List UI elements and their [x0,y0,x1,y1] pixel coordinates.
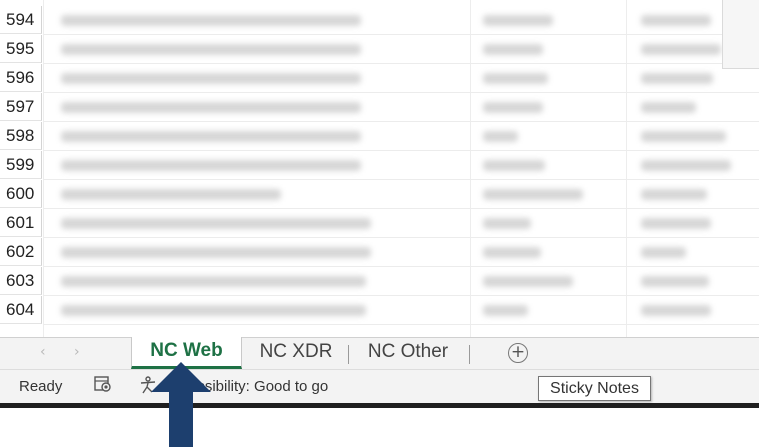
table-row[interactable]: 599 [0,151,759,180]
tab-separator [469,345,470,364]
tab-nc-other[interactable]: NC Other [352,338,464,369]
redacted-cell [483,102,543,113]
redacted-cell [61,218,371,229]
sheet-tab-bar: ‹ › NC Web NC XDR NC Other + [0,337,759,370]
row-number: 599 [0,151,42,179]
row-number: 601 [0,209,42,237]
redacted-cell [483,305,528,316]
redacted-cell [483,218,531,229]
redacted-cell [641,160,731,171]
redacted-cell [483,247,541,258]
redacted-cell [641,247,686,258]
redacted-cell [483,160,545,171]
table-row[interactable]: 604 [0,296,759,325]
table-row[interactable]: 596 [0,64,759,93]
redacted-cell [483,131,518,142]
redacted-cell [641,131,726,142]
scroll-tabs-left-icon[interactable]: ‹ [40,344,46,360]
pointer-arrow-icon [151,362,211,447]
redacted-cell [641,305,711,316]
tab-nc-xdr[interactable]: NC XDR [245,338,347,369]
sticky-notes-tooltip: Sticky Notes [538,376,651,401]
macro-recording-icon[interactable] [94,376,112,397]
row-number: 603 [0,267,42,295]
redacted-cell [61,44,361,55]
row-cells[interactable] [43,6,759,35]
scroll-tabs-right-icon[interactable]: › [74,344,80,360]
row-cells[interactable] [43,267,759,296]
redacted-cell [641,276,709,287]
redacted-cell [61,189,281,200]
table-row[interactable]: 602 [0,238,759,267]
row-cells[interactable] [43,209,759,238]
redacted-cell [641,189,707,200]
redacted-cell [483,73,548,84]
row-cells[interactable] [43,151,759,180]
redacted-cell [61,131,361,142]
row-number: 602 [0,238,42,266]
row-cells[interactable] [43,238,759,267]
redacted-cell [61,160,361,171]
redacted-cell [61,15,361,26]
row-cells[interactable] [43,64,759,93]
redacted-cell [641,15,711,26]
row-number: 594 [0,6,42,34]
row-number: 598 [0,122,42,150]
row-number: 604 [0,296,42,324]
redacted-cell [641,218,711,229]
floating-panel-edge [722,0,759,69]
redacted-cell [61,276,366,287]
table-row[interactable]: 595 [0,35,759,64]
table-row[interactable]: 597 [0,93,759,122]
status-ready: Ready [19,378,63,395]
table-row[interactable]: 600 [0,180,759,209]
tab-separator [348,345,349,364]
redacted-cell [483,276,573,287]
redacted-cell [641,102,696,113]
row-cells[interactable] [43,35,759,64]
redacted-cell [641,44,721,55]
table-row[interactable]: 598 [0,122,759,151]
redacted-cell [61,102,361,113]
redacted-cell [61,305,366,316]
redacted-cell [483,189,583,200]
table-row[interactable]: 601 [0,209,759,238]
add-sheet-button[interactable]: + [508,343,528,363]
spreadsheet-grid[interactable]: 594 595 596 597 598 599 600 601 602 603 … [0,0,759,337]
row-cells[interactable] [43,180,759,209]
row-cells[interactable] [43,122,759,151]
row-number: 597 [0,93,42,121]
row-cells[interactable] [43,296,759,325]
redacted-cell [483,44,543,55]
redacted-cell [61,73,361,84]
row-number: 600 [0,180,42,208]
table-row[interactable]: 603 [0,267,759,296]
row-number: 595 [0,35,42,63]
redacted-cell [61,247,371,258]
redacted-cell [641,73,713,84]
table-row[interactable]: 594 [0,6,759,35]
redacted-cell [483,15,553,26]
taskbar-edge [0,403,759,408]
row-cells[interactable] [43,93,759,122]
row-number: 596 [0,64,42,92]
